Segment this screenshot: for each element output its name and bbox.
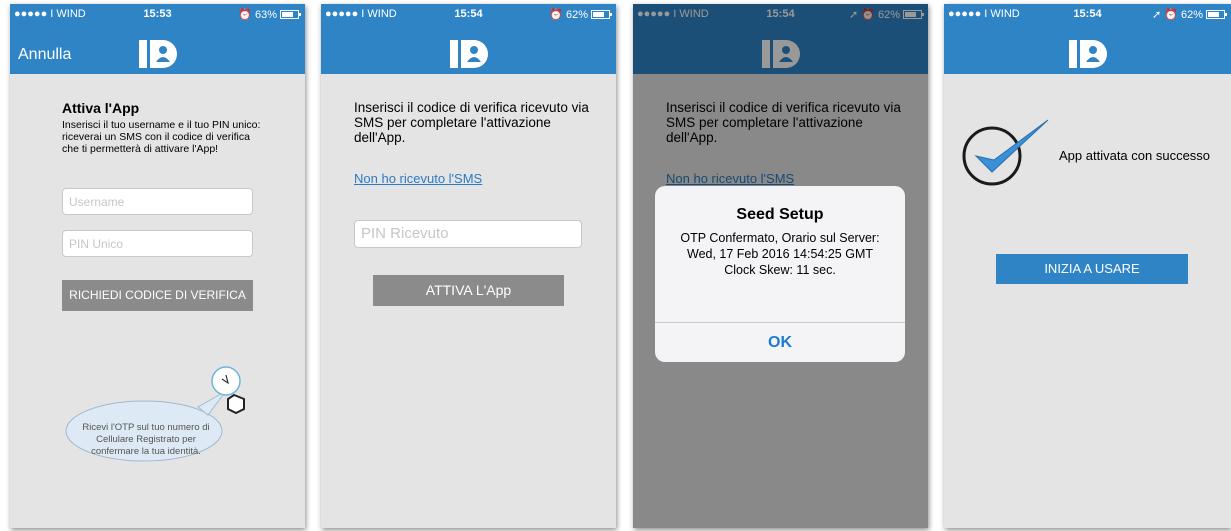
alarm-icon: ⏰	[549, 9, 563, 21]
nav-bar: ●●●●● I WIND 15:54 ➚ ⏰ 62%	[944, 4, 1231, 74]
start-using-button[interactable]: INIZIA A USARE	[996, 254, 1188, 284]
status-bar: ●●●●● I WIND 15:54 ➚ ⏰ 62%	[944, 4, 1231, 24]
screen-activation-success: ●●●●● I WIND 15:54 ➚ ⏰ 62% App attivata …	[944, 4, 1231, 528]
screen-seed-setup-alert: ●●●●● I WIND 15:54 ➚ ⏰ 62% Inserisci il …	[633, 4, 928, 528]
location-icon: ➚	[1152, 9, 1162, 21]
screen-activate-app: ●●●●● I WIND 15:53 ⏰ 63% Annulla Attiva …	[10, 4, 305, 528]
id-logo	[1068, 40, 1107, 68]
battery-percent: 62%	[1180, 8, 1203, 21]
status-bar: ●●●●● I WIND 15:54 ⏰ 62%	[321, 4, 616, 24]
battery-percent: 62%	[565, 8, 588, 21]
screen-enter-code: ●●●●● I WIND 15:54 ⏰ 62% Inserisci il co…	[321, 4, 616, 528]
instructions-text: Inserisci il codice di verifica ricevuto…	[354, 100, 589, 145]
page-title: Attiva l'App	[62, 100, 140, 116]
otp-illustration	[65, 366, 245, 462]
username-input[interactable]: Username	[62, 188, 253, 215]
battery-icon	[591, 10, 612, 19]
sms-not-received-link[interactable]: Non ho ricevuto l'SMS	[354, 171, 482, 186]
checkmark-icon	[962, 119, 1049, 186]
alert-line-skew: Clock Skew: 11 sec.	[724, 263, 836, 277]
instructions-text: Inserisci il tuo username e il tuo PIN u…	[62, 119, 261, 155]
status-bar: ●●●●● I WIND 15:53 ⏰ 63%	[10, 4, 305, 24]
alert-message: OTP Confermato, Orario sul Server: Wed, …	[655, 230, 905, 278]
received-pin-input[interactable]: PIN Ricevuto	[354, 220, 582, 248]
pin-unico-input[interactable]: PIN Unico	[62, 230, 253, 257]
nav-bar: ●●●●● I WIND 15:53 ⏰ 63% Annulla	[10, 4, 305, 74]
success-message: App attivata con successo	[1059, 148, 1211, 163]
otp-bubble-text: Ricevi l'OTP sul tuo numero di Cellulare…	[82, 422, 210, 457]
battery-percent: 63%	[254, 8, 277, 21]
alert-title: Seed Setup	[736, 206, 824, 223]
battery-icon	[280, 10, 301, 19]
alert-line-otp: OTP Confermato, Orario sul Server:	[680, 231, 880, 245]
alarm-icon: ⏰	[238, 9, 252, 21]
activate-app-button[interactable]: ATTIVA L'App	[373, 275, 564, 306]
cancel-button[interactable]: Annulla	[18, 46, 71, 64]
alert-line-date: Wed, 17 Feb 2016 14:54:25 GMT	[687, 247, 873, 261]
request-code-button[interactable]: RICHIEDI CODICE DI VERIFICA	[62, 280, 253, 311]
alarm-icon: ⏰	[1164, 9, 1178, 21]
nav-bar: ●●●●● I WIND 15:54 ⏰ 62%	[321, 4, 616, 74]
seed-setup-alert: Seed Setup OTP Confermato, Orario sul Se…	[655, 186, 905, 362]
id-logo	[449, 40, 488, 68]
battery-icon	[1206, 10, 1227, 19]
id-logo	[138, 40, 177, 68]
alert-ok-button[interactable]: OK	[655, 323, 905, 362]
